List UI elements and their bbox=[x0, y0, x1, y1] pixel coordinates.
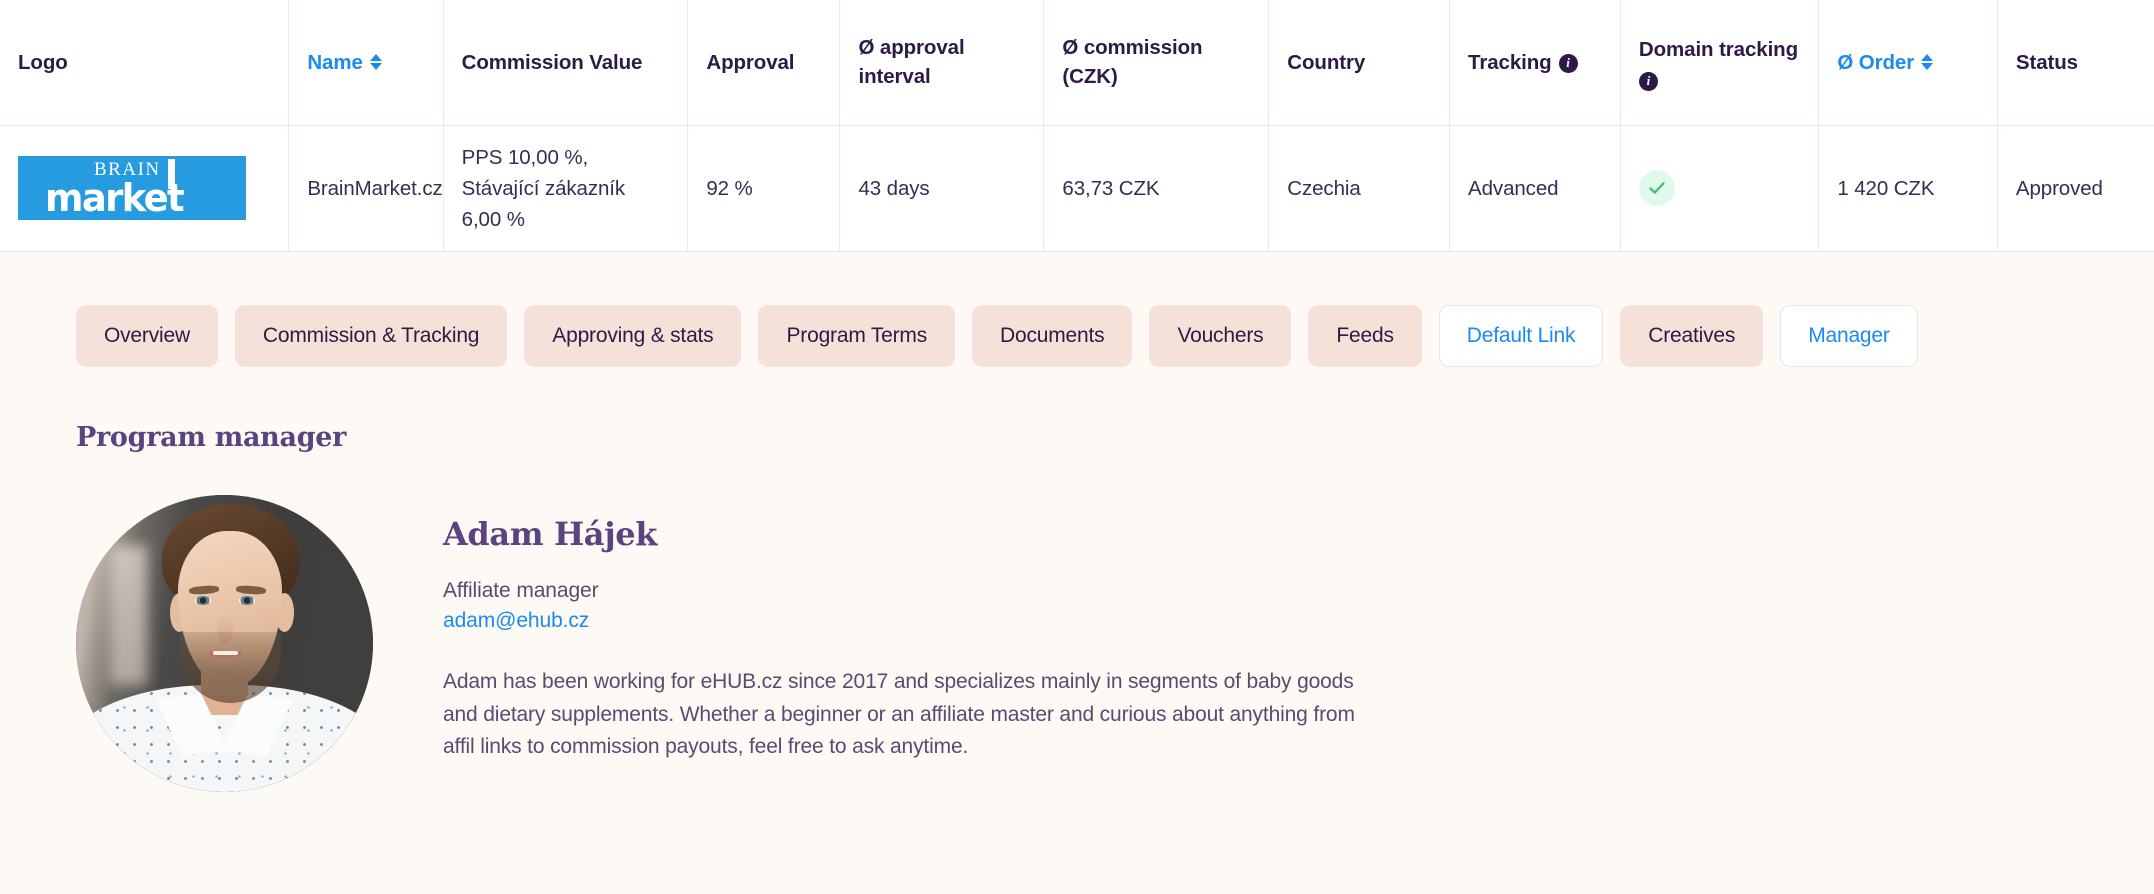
cell-status: Approved bbox=[2015, 176, 2103, 200]
table-header-row: Logo Name Commission Value Approval Ø ap… bbox=[0, 0, 2154, 125]
tab-vouchers[interactable]: Vouchers bbox=[1149, 304, 1292, 367]
tab-feeds[interactable]: Feeds bbox=[1308, 304, 1422, 367]
column-label-commission: Ø commission (CZK) bbox=[1062, 36, 1203, 89]
column-header-approval-interval: Ø approval interval bbox=[839, 0, 1045, 125]
page-title: Program manager bbox=[76, 421, 347, 453]
tab-documents[interactable]: Documents bbox=[972, 304, 1133, 367]
column-label-commission-value: Commission Value bbox=[461, 50, 643, 74]
tab-default-link[interactable]: Default Link bbox=[1438, 304, 1604, 367]
program-manager-section: Program manager Adam Hájek Affiliate man… bbox=[0, 367, 2154, 792]
manager-details: Adam Hájek Affiliate manager adam@ehub.c… bbox=[443, 495, 1388, 764]
column-header-commission-value: Commission Value bbox=[443, 0, 689, 125]
column-label-order: Ø Order bbox=[1837, 50, 1915, 74]
table-row[interactable]: BRAIN market BrainMarket.cz PPS 10,00 %,… bbox=[0, 125, 2154, 251]
cell-name: BrainMarket.cz bbox=[288, 125, 444, 251]
info-icon[interactable]: i bbox=[1558, 53, 1578, 73]
column-label-tracking: Tracking bbox=[1468, 50, 1552, 74]
cell-approval: 92 % bbox=[687, 125, 841, 251]
cell-tracking: Advanced bbox=[1449, 125, 1621, 251]
check-icon bbox=[1638, 170, 1675, 207]
column-label-approval-interval: Ø approval interval bbox=[858, 36, 965, 89]
manager-role: Affiliate manager bbox=[443, 578, 599, 602]
column-header-domain-tracking: Domain tracking i bbox=[1620, 0, 1820, 125]
programs-table-container: Logo Name Commission Value Approval Ø ap… bbox=[0, 0, 2154, 252]
column-header-name[interactable]: Name bbox=[288, 0, 444, 125]
cell-commission-value: PPS 10,00 %, Stávající zákazník 6,00 % bbox=[443, 125, 689, 251]
column-header-status: Status bbox=[1997, 0, 2154, 125]
sort-arrows-icon[interactable] bbox=[369, 53, 382, 71]
column-header-approval: Approval bbox=[687, 0, 841, 125]
column-label-logo: Logo bbox=[18, 50, 68, 74]
column-header-commission: Ø commission (CZK) bbox=[1043, 0, 1270, 125]
cell-logo: BRAIN market bbox=[0, 125, 290, 251]
manager-card: Adam Hájek Affiliate manager adam@ehub.c… bbox=[76, 494, 2154, 792]
tab-creatives[interactable]: Creatives bbox=[1620, 304, 1764, 367]
cell-order: 1 420 CZK bbox=[1818, 125, 1998, 251]
manager-name: Adam Hájek bbox=[443, 514, 658, 553]
tab-commission-tracking[interactable]: Commission & Tracking bbox=[234, 304, 508, 367]
column-label-country: Country bbox=[1287, 50, 1366, 74]
column-label-name: Name bbox=[307, 50, 363, 74]
column-header-tracking: Tracking i bbox=[1449, 0, 1621, 125]
cell-approval-interval: 43 days bbox=[839, 125, 1045, 251]
cell-commission: 63,73 CZK bbox=[1043, 125, 1270, 251]
logo-brand-bottom: market bbox=[45, 176, 185, 221]
column-label-approval: Approval bbox=[706, 50, 795, 74]
cell-domain-tracking bbox=[1620, 125, 1820, 251]
column-label-status: Status bbox=[2015, 50, 2078, 74]
manager-bio: Adam has been working for eHUB.cz since … bbox=[443, 669, 1355, 759]
tab-manager[interactable]: Manager bbox=[1780, 304, 1918, 367]
cell-country: Czechia bbox=[1268, 125, 1451, 251]
brainmarket-logo: BRAIN market bbox=[18, 156, 246, 221]
programs-table: Logo Name Commission Value Approval Ø ap… bbox=[0, 0, 2154, 251]
column-label-domain-tracking: Domain tracking bbox=[1638, 37, 1799, 61]
manager-email-link[interactable]: adam@ehub.cz bbox=[443, 609, 1388, 633]
program-tabs: Overview Commission & Tracking Approving… bbox=[0, 252, 2154, 367]
column-header-order[interactable]: Ø Order bbox=[1818, 0, 1998, 125]
tab-overview[interactable]: Overview bbox=[76, 304, 218, 367]
tab-approving-stats[interactable]: Approving & stats bbox=[524, 304, 742, 367]
avatar bbox=[76, 494, 373, 792]
info-icon[interactable]: i bbox=[1638, 71, 1658, 91]
column-header-country: Country bbox=[1268, 0, 1451, 125]
tab-program-terms[interactable]: Program Terms bbox=[758, 304, 956, 367]
column-header-logo: Logo bbox=[0, 0, 290, 125]
sort-arrows-icon[interactable] bbox=[1921, 53, 1934, 71]
